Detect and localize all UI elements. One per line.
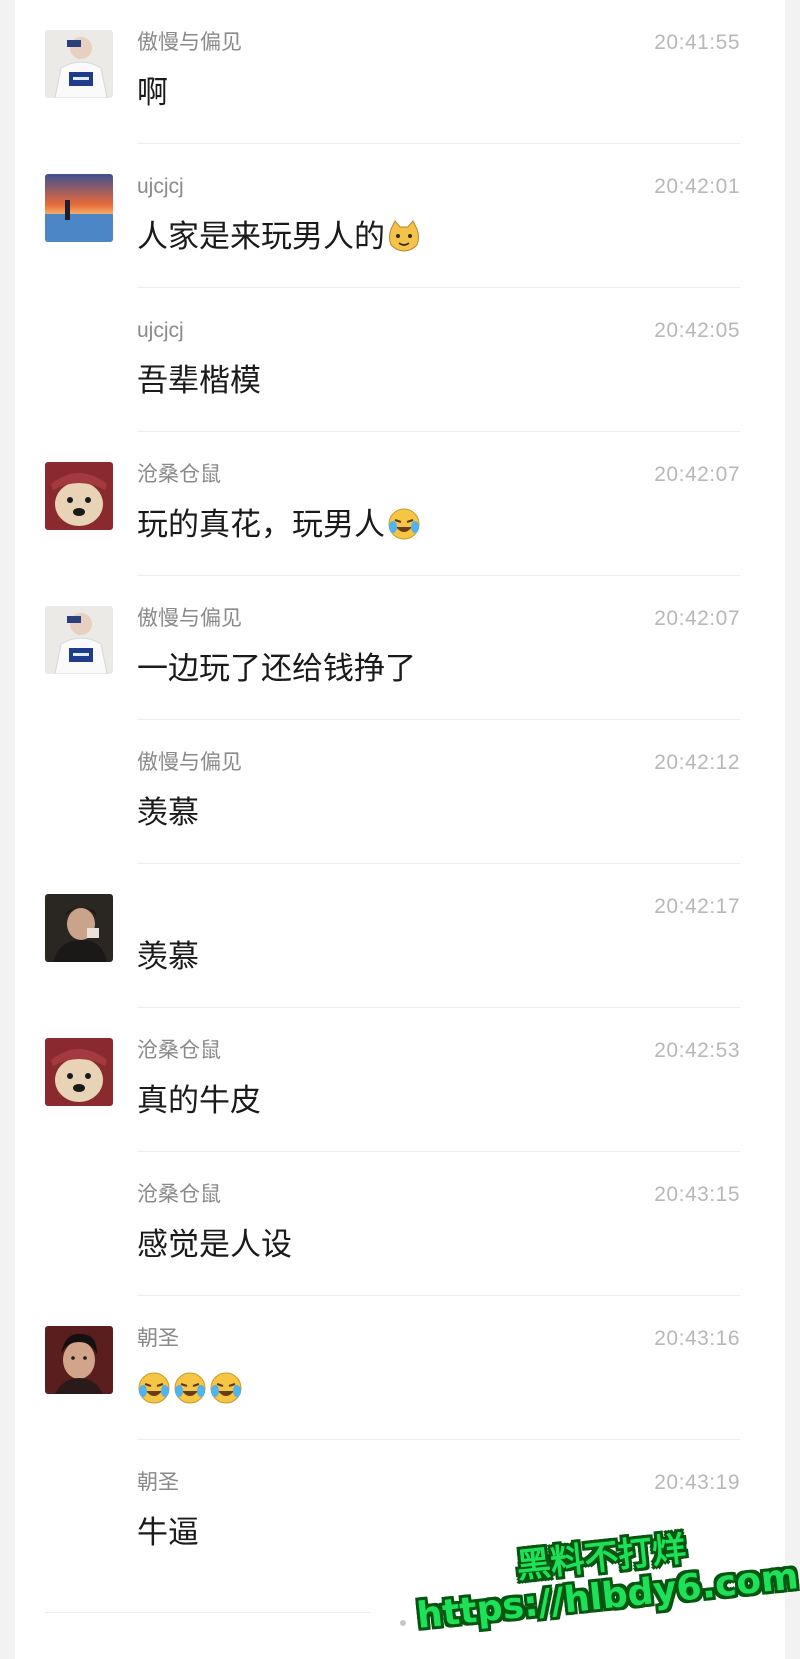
message-item[interactable]: 20:42:17 羡慕 xyxy=(15,864,785,1008)
message-item[interactable]: 朝圣 20:43:16 xyxy=(15,1296,785,1440)
laugh-cry-emoji-icon xyxy=(174,1372,206,1404)
cat-face-emoji-icon xyxy=(389,220,419,252)
avatar[interactable] xyxy=(45,174,113,242)
avatar[interactable] xyxy=(45,894,113,962)
page-indicator-dot xyxy=(400,1620,406,1626)
message-time: 20:41:55 xyxy=(654,31,740,54)
message-item[interactable]: ujcjcj 20:42:01 人家是来玩男人的 xyxy=(15,144,785,288)
message-time: 20:42:07 xyxy=(654,463,740,486)
message-item[interactable]: 沧桑仓鼠 20:42:07 玩的真花，玩男人 xyxy=(15,432,785,576)
chat-history-card: 傲慢与偏见 20:41:55 啊 ujcjcj 20:42:01 人家是来玩男人… xyxy=(15,0,785,1659)
message-item[interactable]: 傲慢与偏见 20:41:55 啊 xyxy=(15,0,785,144)
avatar[interactable] xyxy=(45,462,113,530)
sender-name: 沧桑仓鼠 xyxy=(137,1183,221,1206)
divider xyxy=(45,1612,370,1613)
message-item[interactable]: 傲慢与偏见 20:42:12 羡慕 xyxy=(15,720,785,864)
watermark: 黑料不打烊 https://hlbdy6.com xyxy=(415,1529,800,1655)
sender-name: 沧桑仓鼠 xyxy=(137,463,221,486)
message-item[interactable]: 沧桑仓鼠 20:42:53 真的牛皮 xyxy=(15,1008,785,1152)
sender-name: ujcjcj xyxy=(137,319,184,342)
avatar[interactable] xyxy=(45,606,113,674)
laugh-cry-emoji-icon xyxy=(388,508,420,540)
sender-name: 傲慢与偏见 xyxy=(137,751,242,774)
avatar[interactable] xyxy=(45,30,113,98)
message-time: 20:43:19 xyxy=(654,1471,740,1494)
message-item[interactable]: 沧桑仓鼠 20:43:15 感觉是人设 xyxy=(15,1152,785,1296)
sender-name: 沧桑仓鼠 xyxy=(137,1039,221,1062)
message-time: 20:42:53 xyxy=(654,1039,740,1062)
message-text: 牛逼 xyxy=(137,1515,199,1550)
sender-name: ujcjcj xyxy=(137,175,184,198)
message-text: 人家是来玩男人的 xyxy=(137,216,421,258)
message-text: 感觉是人设 xyxy=(137,1227,292,1262)
laugh-cry-emoji-icon xyxy=(210,1372,242,1404)
message-text: 羡慕 xyxy=(137,939,199,974)
message-text: 一边玩了还给钱挣了 xyxy=(137,651,416,686)
sender-name: 朝圣 xyxy=(137,1471,179,1494)
message-time: 20:43:16 xyxy=(654,1327,740,1350)
message-time: 20:42:05 xyxy=(654,319,740,342)
message-text: 吾辈楷模 xyxy=(137,363,261,398)
sender-name: 朝圣 xyxy=(137,1327,179,1350)
message-text: 啊 xyxy=(137,75,168,110)
message-time: 20:42:17 xyxy=(654,895,740,918)
avatar[interactable] xyxy=(45,1326,113,1394)
message-time: 20:42:07 xyxy=(654,607,740,630)
sender-name: 傲慢与偏见 xyxy=(137,31,242,54)
message-item[interactable]: 傲慢与偏见 20:42:07 一边玩了还给钱挣了 xyxy=(15,576,785,720)
laugh-cry-emoji-icon xyxy=(138,1372,170,1404)
message-text: 真的牛皮 xyxy=(137,1083,261,1118)
message-time: 20:42:01 xyxy=(654,175,740,198)
message-time: 20:42:12 xyxy=(654,751,740,774)
message-text xyxy=(137,1368,243,1410)
avatar[interactable] xyxy=(45,1038,113,1106)
message-item[interactable]: ujcjcj 20:42:05 吾辈楷模 xyxy=(15,288,785,432)
sender-name: 傲慢与偏见 xyxy=(137,607,242,630)
message-text: 羡慕 xyxy=(137,795,199,830)
message-time: 20:43:15 xyxy=(654,1183,740,1206)
message-text: 玩的真花，玩男人 xyxy=(137,504,421,546)
